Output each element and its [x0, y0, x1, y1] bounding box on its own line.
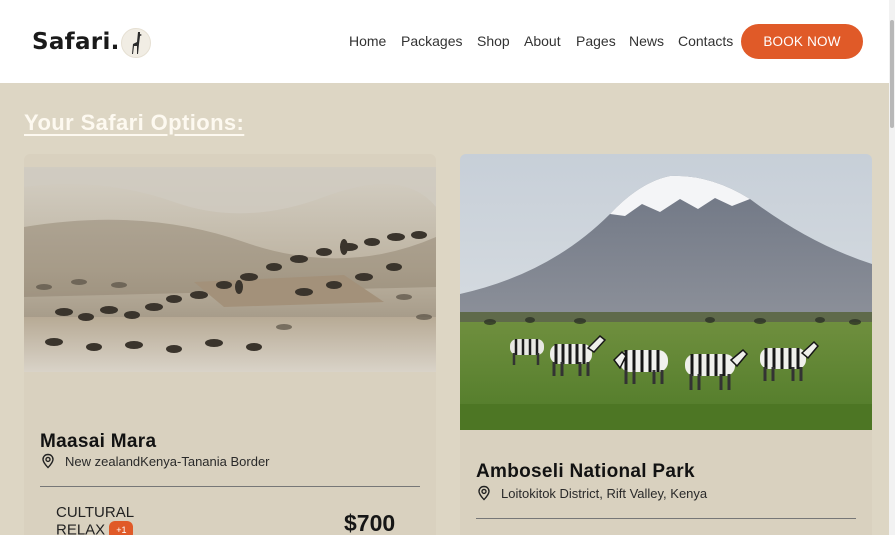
card-divider	[476, 518, 856, 519]
card-location: New zealandKenya-Tanania Border	[40, 453, 270, 469]
nav-contacts[interactable]: Contacts	[678, 33, 733, 49]
location-text: Loitokitok District, Rift Valley, Kenya	[501, 485, 708, 501]
nav-news[interactable]: News	[629, 33, 664, 49]
location-text: New zealandKenya-Tanania Border	[65, 453, 270, 469]
nav-pages[interactable]: Pages	[576, 33, 616, 49]
section-title: Your Safari Options:	[24, 110, 245, 135]
nav-shop[interactable]: Shop	[477, 33, 510, 49]
card-title[interactable]: Maasai Mara	[40, 431, 156, 453]
card-divider	[40, 486, 420, 487]
site-header: Safari. Home Packages Shop About Pages N…	[0, 0, 895, 83]
card-location: Loitokitok District, Rift Valley, Kenya	[476, 485, 707, 501]
nav-packages[interactable]: Packages	[401, 33, 462, 49]
nav-about[interactable]: About	[524, 33, 561, 49]
location-pin-icon	[42, 453, 54, 469]
safari-card-amboseli[interactable]: Amboseli National Park Loitokitok Distri…	[460, 154, 872, 535]
site-logo[interactable]: Safari.	[32, 26, 151, 58]
tour-type: CULTURAL RELAX +1	[56, 504, 176, 535]
page-scrollbar[interactable]	[889, 0, 895, 535]
nav-home[interactable]: Home	[349, 33, 386, 49]
card-price: $700	[344, 510, 396, 535]
logo-text: Safari.	[32, 29, 120, 55]
tour-type-badge: +1	[109, 521, 134, 535]
location-pin-icon	[478, 485, 490, 501]
giraffe-icon	[120, 28, 151, 58]
safari-card-maasai-mara[interactable]: Maasai Mara New zealandKenya-Tanania Bor…	[24, 154, 436, 535]
card-title[interactable]: Amboseli National Park	[476, 461, 695, 483]
amboseli-photo	[460, 154, 872, 430]
maasai-mara-photo	[24, 167, 436, 372]
scrollbar-thumb[interactable]	[890, 20, 894, 128]
book-now-button[interactable]: BOOK NOW	[741, 24, 863, 59]
